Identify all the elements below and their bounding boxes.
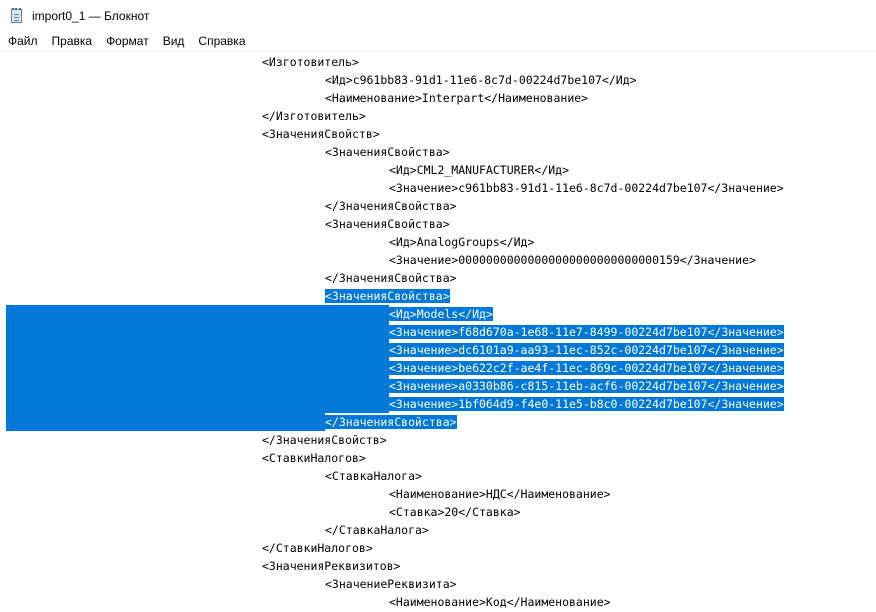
editor-line: <ЗначенияСвойства>	[325, 287, 450, 305]
line-text: </СтавкаНалога>	[325, 523, 429, 537]
editor-line: </СтавкаНалога>	[325, 521, 429, 539]
line-text: <ЗначенияСвойства>	[325, 145, 450, 159]
selection-highlight	[6, 305, 389, 413]
line-text: </СтавкиНалогов>	[262, 541, 373, 555]
editor-line: </ЗначенияСвойства>	[325, 197, 457, 215]
line-text: <Наименование>НДС</Наименование>	[389, 487, 611, 501]
line-text: <СтавкаНалога>	[325, 469, 422, 483]
line-text: <ЗначенияСвойств>	[262, 127, 380, 141]
editor-line: <Значение>c961bb83-91d1-11e6-8c7d-00224d…	[389, 179, 784, 197]
line-text: <СтавкиНалогов>	[262, 451, 366, 465]
line-text: </ЗначенияСвойства>	[325, 415, 457, 429]
editor-line: <Наименование>Код</Наименование>	[389, 593, 611, 611]
line-text: <Ид>AnalogGroups</Ид>	[389, 235, 535, 249]
line-text: <Значение>dc6101a9-aa93-11ec-852c-00224d…	[389, 343, 784, 357]
line-text: <Наименование>Interpart</Наименование>	[325, 91, 589, 105]
line-text: <ЗначенияРеквизитов>	[262, 559, 401, 573]
editor-line: <ЗначенияСвойств>	[262, 125, 380, 143]
line-text: <ЗначениеРеквизита>	[325, 577, 457, 591]
line-text: <Значение>f68d670a-1e68-11e7-8499-00224d…	[389, 325, 784, 339]
editor-line: </СтавкиНалогов>	[262, 539, 373, 557]
editor-line: <СтавкиНалогов>	[262, 449, 366, 467]
line-text: <Значение>1bf064d9-f4e0-11e5-b8c0-00224d…	[389, 397, 784, 411]
menu-format[interactable]: Формат	[99, 31, 156, 51]
notepad-icon	[9, 7, 25, 24]
line-text: <Значение>a0330b86-c815-11eb-acf6-00224d…	[389, 379, 784, 393]
menu-view[interactable]: Вид	[156, 31, 192, 51]
line-text: <Изготовитель>	[262, 55, 359, 69]
menu-file[interactable]: Файл	[0, 31, 45, 51]
line-text: <Наименование>Код</Наименование>	[389, 595, 611, 609]
title-bar: import0_1 — Блокнот	[0, 0, 876, 31]
editor-line: <Значение>000000000000000000000000000001…	[389, 251, 756, 269]
editor-line: <Наименование>НДС</Наименование>	[389, 485, 611, 503]
line-text: <Значение>c961bb83-91d1-11e6-8c7d-00224d…	[389, 181, 784, 195]
editor-line: </Изготовитель>	[262, 107, 366, 125]
line-text: <Значение>be622c2f-ae4f-11ec-869c-00224d…	[389, 361, 784, 375]
editor-line: <Наименование>Interpart</Наименование>	[325, 89, 588, 107]
editor-line: <ЗначенияРеквизитов>	[262, 557, 400, 575]
editor-line: <Значение>1bf064d9-f4e0-11e5-b8c0-00224d…	[389, 395, 784, 413]
line-text: </ЗначенияСвойств>	[262, 433, 387, 447]
line-text: <ЗначенияСвойства>	[325, 217, 450, 231]
selection-highlight	[6, 413, 325, 431]
editor-line: <Значение>a0330b86-c815-11eb-acf6-00224d…	[389, 377, 784, 395]
editor-line: <Ид>AnalogGroups</Ид>	[389, 233, 534, 251]
line-text: <Значение>000000000000000000000000000001…	[389, 253, 756, 267]
line-text: <ЗначенияСвойства>	[325, 289, 450, 303]
editor-line: </ЗначенияСвойства>	[325, 269, 457, 287]
menu-edit[interactable]: Правка	[45, 31, 100, 51]
editor-line: <Значение>be622c2f-ae4f-11ec-869c-00224d…	[389, 359, 784, 377]
editor-line: <Ид>Models</Ид>	[389, 305, 493, 323]
editor-line: <Изготовитель>	[262, 53, 359, 71]
menu-help[interactable]: Справка	[191, 31, 252, 51]
line-text: </ЗначенияСвойства>	[325, 271, 457, 285]
line-text: <Ид>CML2_MANUFACTURER</Ид>	[389, 163, 570, 177]
editor-line: <Значение>dc6101a9-aa93-11ec-852c-00224d…	[389, 341, 784, 359]
line-text: <Ид>c961bb83-91d1-11e6-8c7d-00224d7be107…	[325, 73, 637, 87]
editor-line: </ЗначенияСвойств>	[262, 431, 387, 449]
text-editor[interactable]: <Изготовитель> <Ид>c961bb83-91d1-11e6-8c7…	[0, 51, 876, 612]
line-text: </Изготовитель>	[262, 109, 366, 123]
line-text: <Ид>Models</Ид>	[389, 307, 493, 321]
editor-line: <Ид>c961bb83-91d1-11e6-8c7d-00224d7be107…	[325, 71, 637, 89]
editor-line: <Ставка>20</Ставка>	[389, 503, 521, 521]
editor-line: <ЗначенияСвойства>	[325, 143, 450, 161]
editor-line: <Значение>f68d670a-1e68-11e7-8499-00224d…	[389, 323, 784, 341]
editor-line: <ЗначениеРеквизита>	[325, 575, 457, 593]
editor-line: <Ид>CML2_MANUFACTURER</Ид>	[389, 161, 569, 179]
editor-line: </ЗначенияСвойства>	[325, 413, 457, 431]
line-text: </ЗначенияСвойства>	[325, 199, 457, 213]
window-title: import0_1 — Блокнот	[32, 8, 150, 23]
menu-bar: Файл Правка Формат Вид Справка	[0, 31, 876, 51]
line-text: <Ставка>20</Ставка>	[389, 505, 521, 519]
editor-line: <СтавкаНалога>	[325, 467, 422, 485]
editor-line: <ЗначенияСвойства>	[325, 215, 450, 233]
